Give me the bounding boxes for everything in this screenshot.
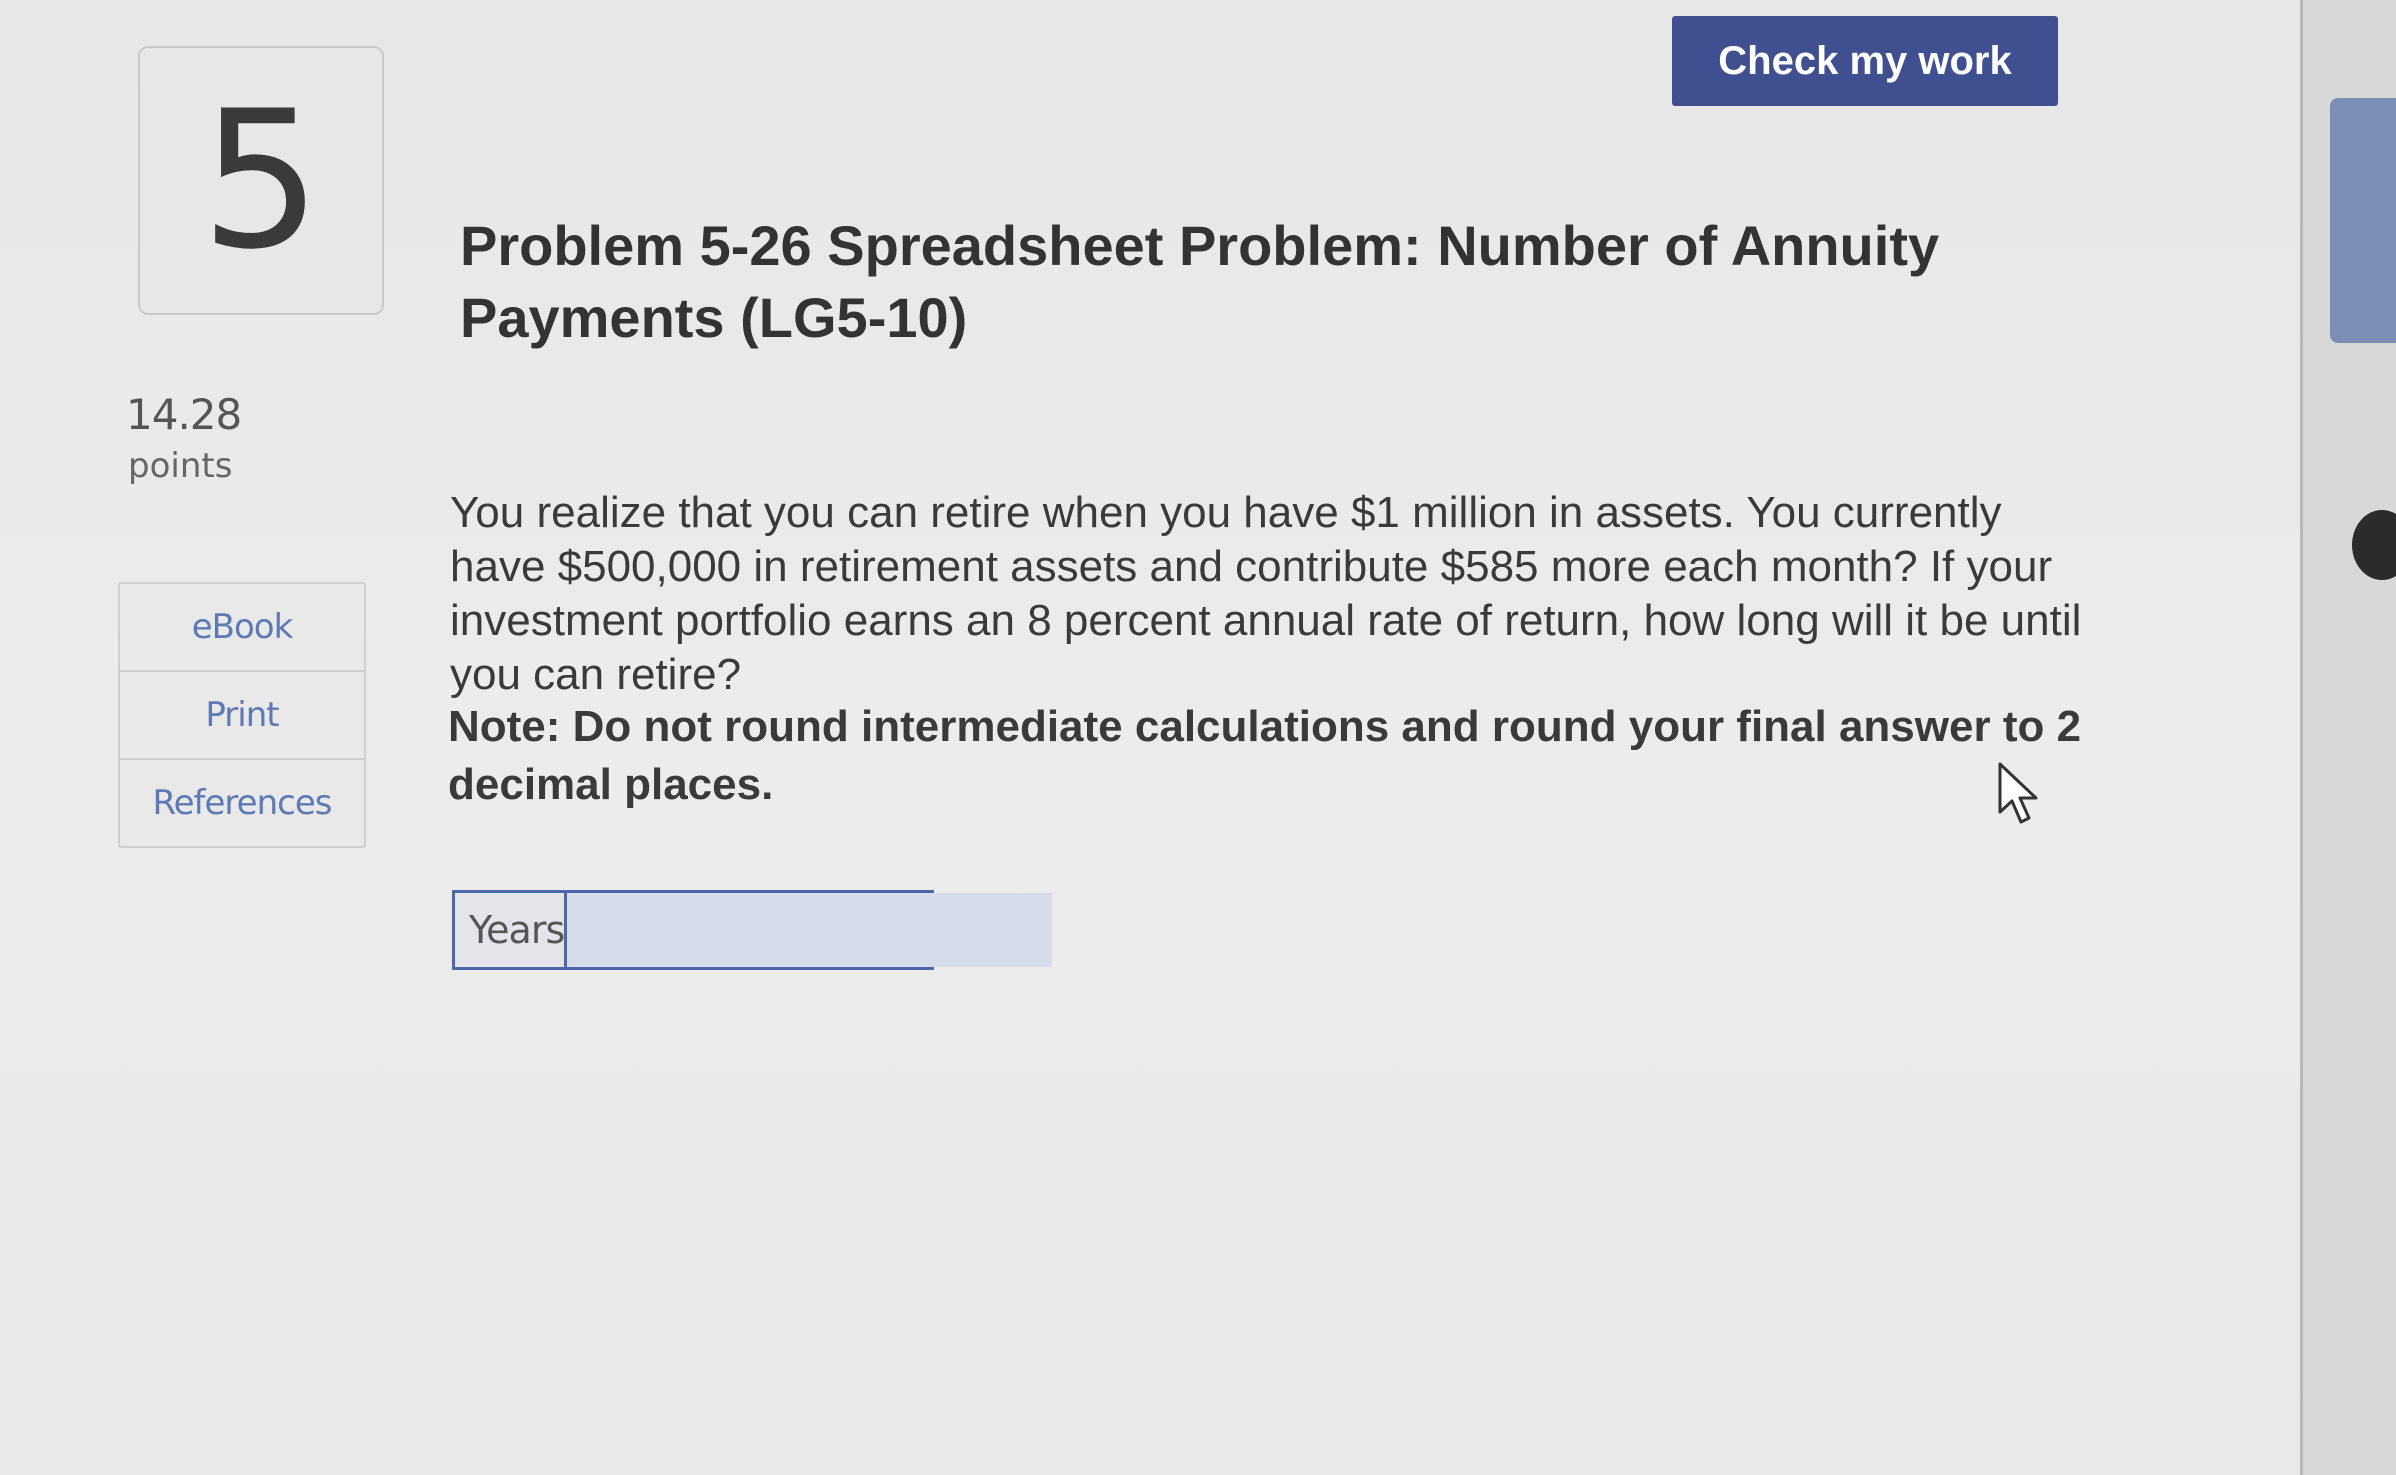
- problem-title: Problem 5-26 Spreadsheet Problem: Number…: [460, 214, 1940, 349]
- points-value: 14.28: [126, 390, 242, 439]
- answer-row: Years: [452, 890, 1053, 970]
- answer-label: Years: [455, 893, 568, 967]
- problem-body: You realize that you can retire when you…: [450, 488, 2082, 699]
- question-page: 5 14.28 points eBook Print References Ch…: [0, 0, 2303, 1475]
- years-answer-input[interactable]: [567, 893, 1053, 967]
- mouse-pointer-icon: [1998, 762, 2038, 824]
- ebook-link[interactable]: eBook: [120, 584, 364, 672]
- points-label: points: [128, 446, 233, 486]
- question-number: 5: [200, 69, 322, 291]
- question-number-box: 5: [138, 46, 384, 315]
- problem-note: Note: Do not round intermediate calculat…: [448, 702, 2082, 809]
- resources-panel: eBook Print References: [118, 582, 366, 848]
- references-link[interactable]: References: [120, 760, 364, 846]
- side-tab[interactable]: [2330, 98, 2396, 343]
- print-link[interactable]: Print: [120, 672, 364, 760]
- check-my-work-button[interactable]: Check my work: [1672, 16, 2058, 106]
